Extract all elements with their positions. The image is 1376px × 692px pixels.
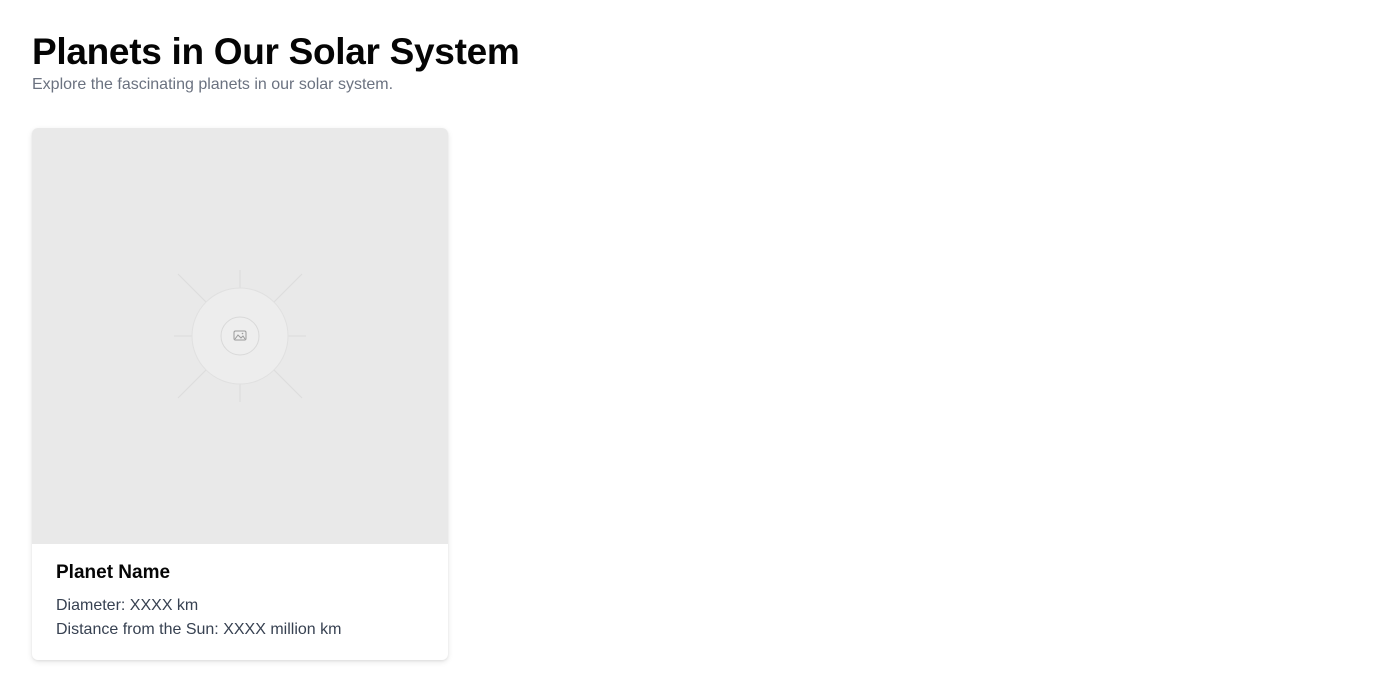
planet-name: Planet Name [56,562,171,583]
planet-diameter: Diameter: XXXX km [56,597,199,614]
planet-image-placeholder [32,128,448,544]
page-subtitle: Explore the fascinating planets in our s… [32,76,394,93]
planet-card[interactable]: Planet Name Diameter: XXXX km Distance f… [32,128,448,660]
planet-card-grid: Planet Name Diameter: XXXX km Distance f… [32,128,448,660]
planet-card-body: Planet Name Diameter: XXXX km Distance f… [56,560,424,642]
planet-distance: Distance from the Sun: XXXX million km [56,621,342,638]
page-title: Planets in Our Solar System [32,31,520,72]
page-container: Planets in Our Solar System Explore the … [32,30,1344,660]
image-placeholder-icon [174,270,306,402]
